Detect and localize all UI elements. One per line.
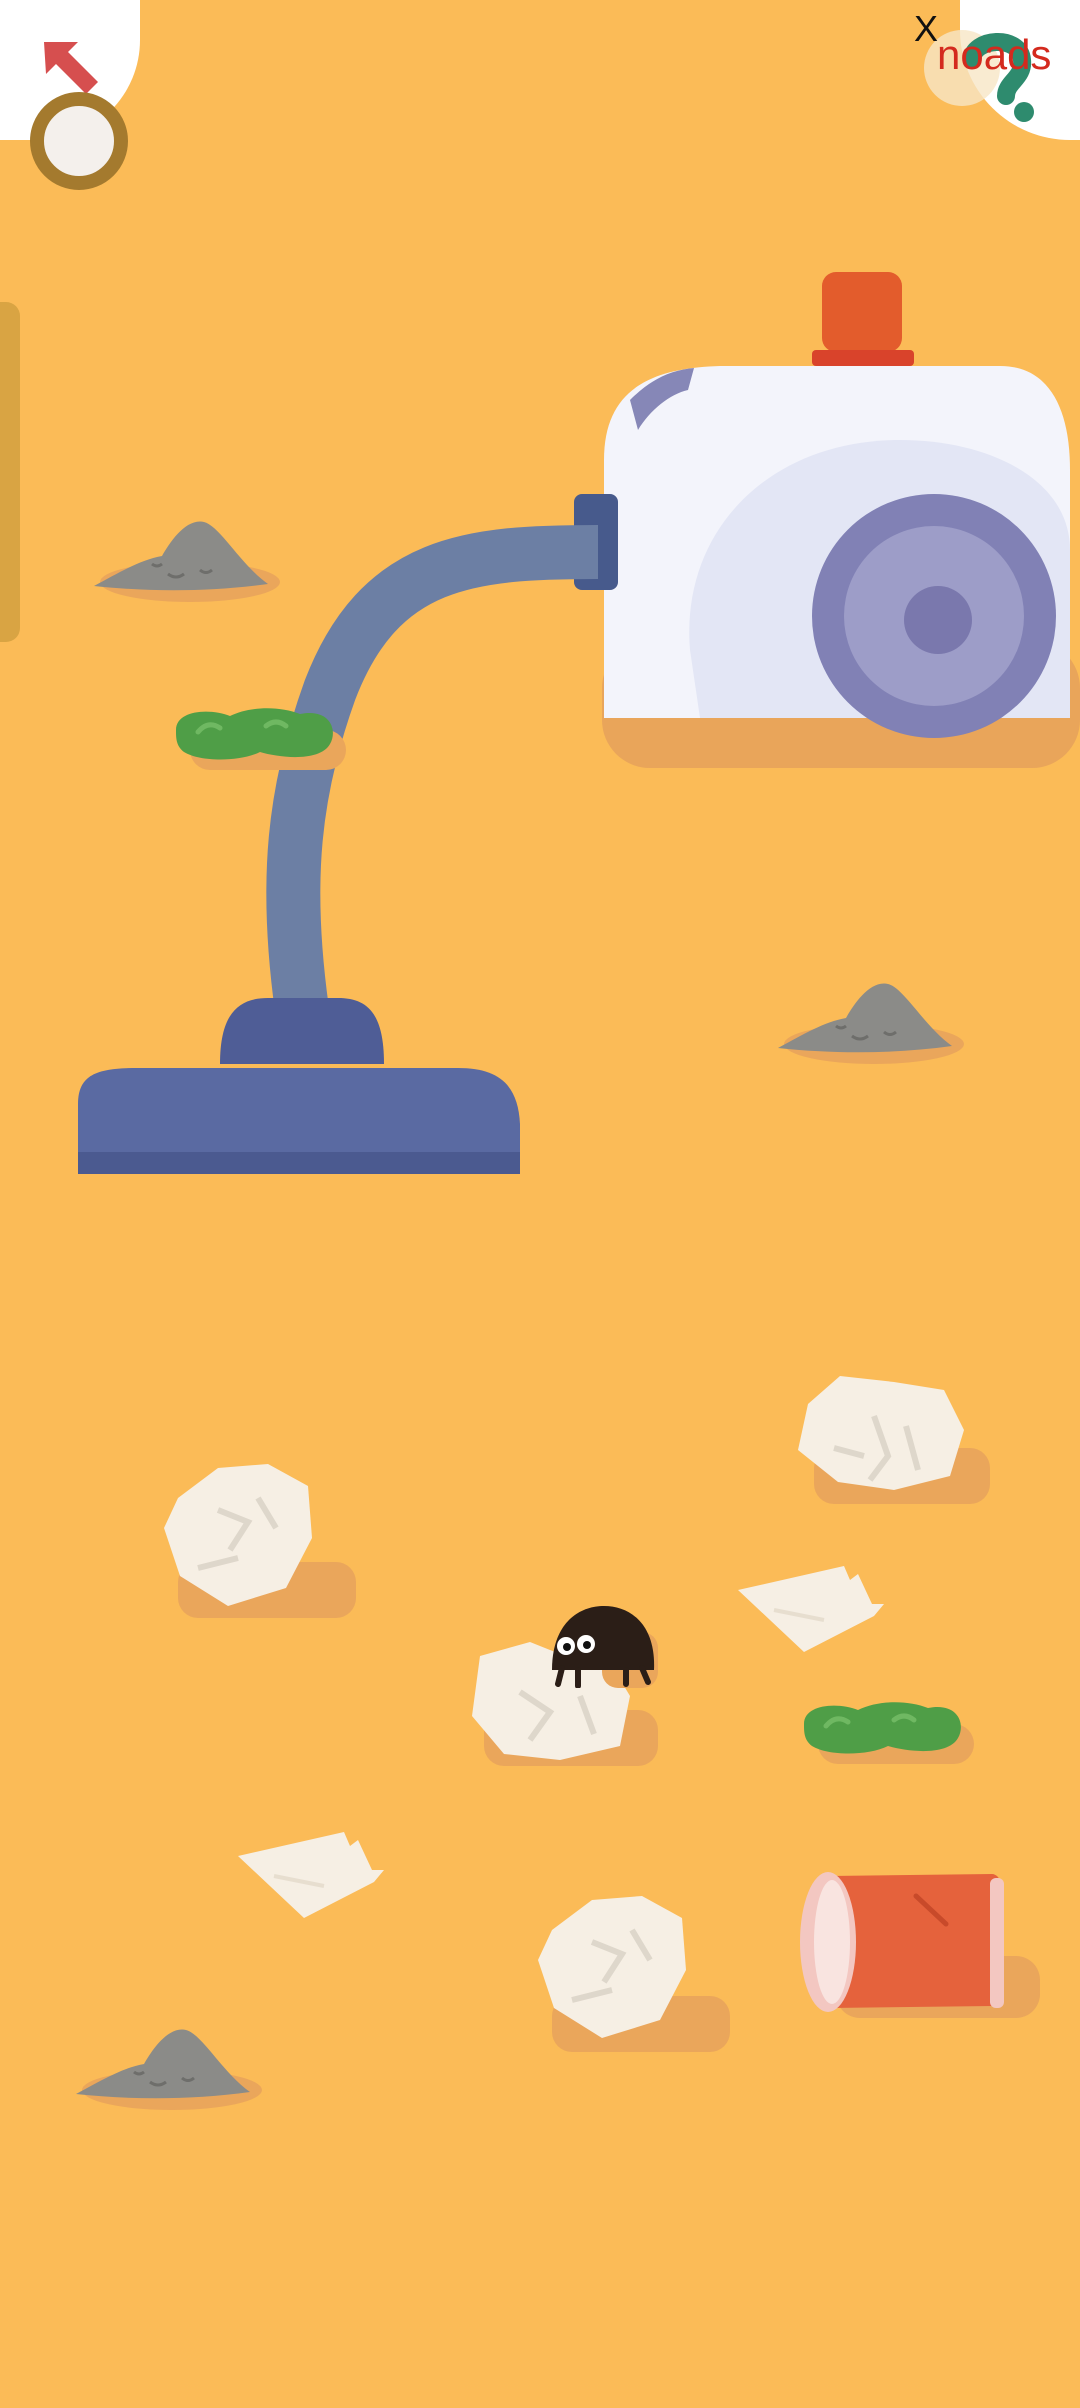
green-goo[interactable] bbox=[170, 700, 350, 774]
dust-bunny-character[interactable] bbox=[548, 1604, 658, 1688]
noads-label[interactable]: noads bbox=[937, 34, 1051, 76]
crumpled-paper[interactable] bbox=[158, 1458, 358, 1618]
crumpled-paper[interactable] bbox=[794, 1370, 990, 1506]
dust-pile[interactable] bbox=[90, 512, 280, 604]
game-scene[interactable]: X noads bbox=[0, 0, 1080, 2408]
paper-scrap[interactable] bbox=[234, 1826, 390, 1922]
noads-close-button[interactable]: X bbox=[914, 8, 938, 50]
home-ring-icon[interactable] bbox=[30, 92, 128, 190]
green-goo[interactable] bbox=[798, 1694, 978, 1768]
crumpled-paper[interactable] bbox=[532, 1890, 732, 2052]
dust-pile[interactable] bbox=[72, 2020, 262, 2112]
vacuum-nozzle[interactable] bbox=[78, 994, 524, 1184]
side-drawer-handle[interactable] bbox=[0, 302, 20, 642]
dust-pile[interactable] bbox=[774, 974, 964, 1066]
red-cup[interactable] bbox=[796, 1866, 1042, 2020]
vacuum-cleaner[interactable] bbox=[570, 270, 1080, 750]
paper-scrap[interactable] bbox=[734, 1560, 890, 1656]
